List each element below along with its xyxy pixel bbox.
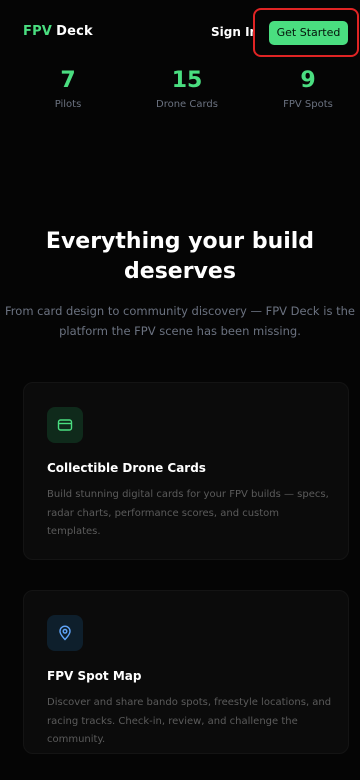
feature-card-drone-cards: Collectible Drone Cards Build stunning d…: [23, 382, 349, 560]
stat-label: Drone Cards: [156, 99, 218, 110]
stat-label: FPV Spots: [283, 99, 333, 110]
app-logo[interactable]: FPV Deck: [23, 24, 93, 39]
stat-label: Pilots: [54, 99, 82, 110]
feature-title: Collectible Drone Cards: [47, 461, 206, 475]
stat-drone-cards: 15 Drone Cards: [137, 68, 237, 110]
stat-value: 7: [60, 68, 76, 93]
top-navigation-bar: FPV Deck Sign In Get Started: [0, 0, 360, 66]
stat-pilots: 7 Pilots: [18, 68, 118, 110]
logo-accent-text: FPV: [23, 24, 53, 39]
logo-text: Deck: [56, 24, 93, 39]
sign-in-link[interactable]: Sign In: [211, 25, 255, 39]
stat-value: 9: [300, 68, 316, 93]
feature-description: Build stunning digital cards for your FP…: [47, 489, 329, 537]
map-pin-icon: [47, 615, 83, 651]
feature-card-spot-map: FPV Spot Map Discover and share bando sp…: [23, 590, 349, 754]
stat-fpv-spots: 9 FPV Spots: [258, 68, 358, 110]
hero-title: Everything your build deserves: [45, 229, 315, 284]
stat-value: 15: [171, 68, 203, 93]
hero-subtitle: From card design to community discovery …: [5, 304, 355, 338]
feature-title: FPV Spot Map: [47, 669, 142, 683]
feature-description: Discover and share bando spots, freestyl…: [47, 697, 332, 745]
get-started-button[interactable]: Get Started: [269, 21, 348, 45]
card-icon: [47, 407, 83, 443]
